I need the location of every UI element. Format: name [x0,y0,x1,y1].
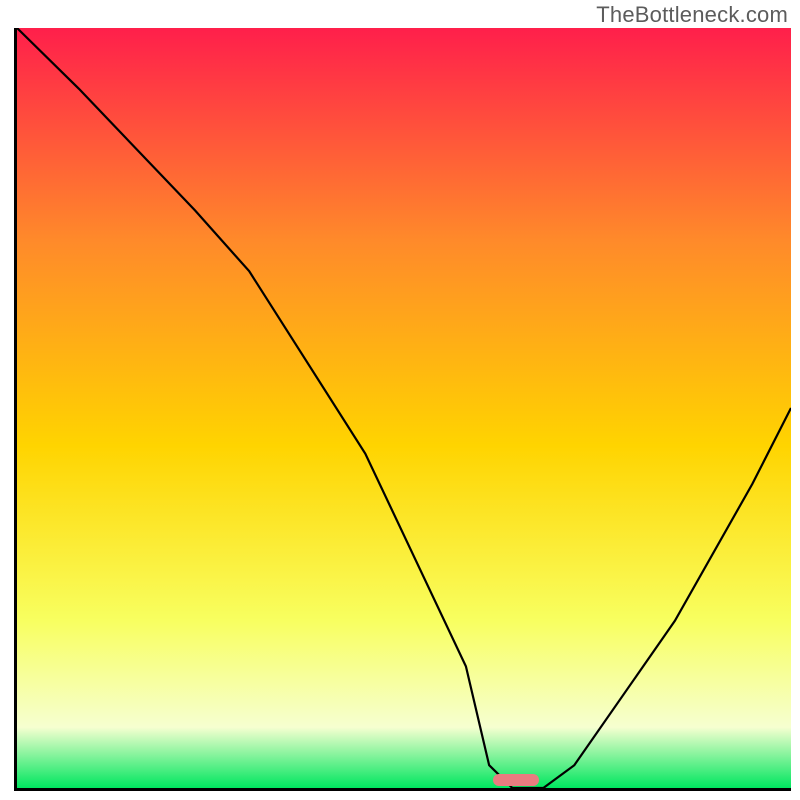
watermark-text: TheBottleneck.com [596,2,788,28]
curve [17,28,791,788]
plot-area [14,28,791,791]
chart-root: TheBottleneck.com [0,0,800,800]
optimum-marker [493,774,539,786]
